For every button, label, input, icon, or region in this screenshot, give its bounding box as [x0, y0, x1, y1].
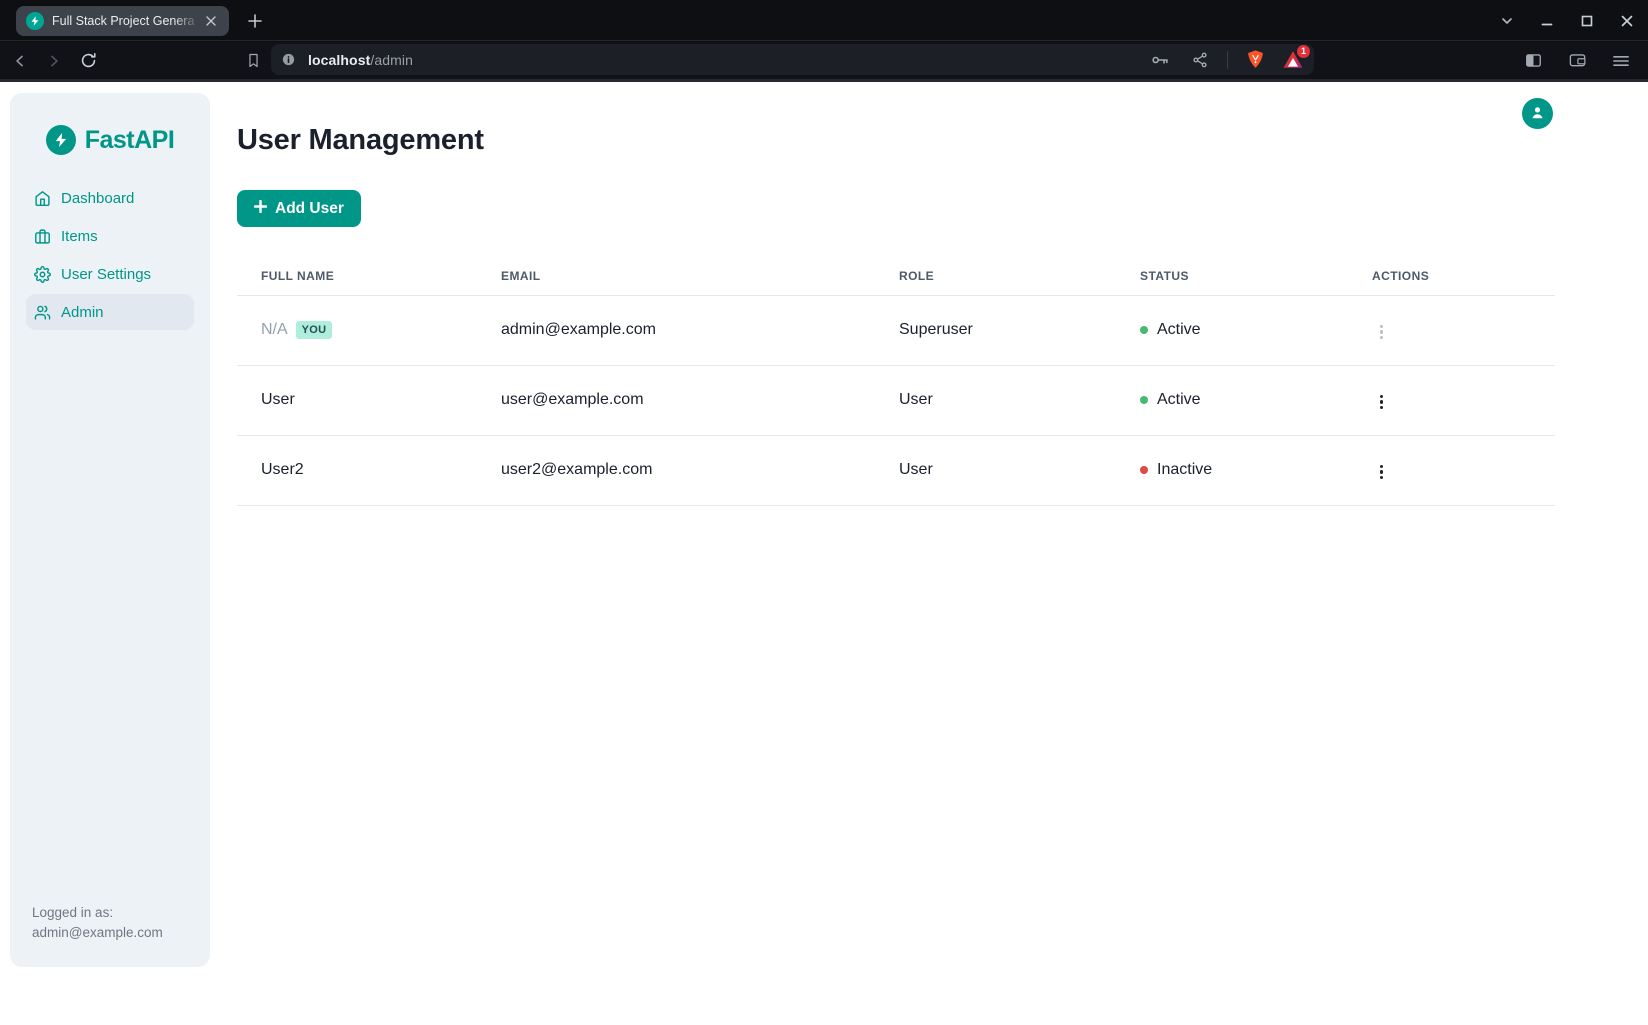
table-row: User user@example.com User Active [237, 365, 1555, 435]
briefcase-icon [34, 228, 51, 245]
header-role: Role [875, 258, 1116, 295]
url-actions: 1 [1147, 47, 1304, 73]
users-table: Full Name Email Role Status Actions N/A Y… [237, 258, 1555, 506]
gear-icon [34, 266, 51, 283]
table-header-row: Full Name Email Role Status Actions [237, 258, 1555, 295]
bookmark-icon[interactable] [240, 47, 266, 73]
status-label: Active [1157, 391, 1201, 409]
logged-in-label: Logged in as: [32, 903, 163, 923]
header-actions: Actions [1348, 258, 1555, 295]
tab-title: Full Stack Project Genera [52, 14, 200, 28]
window-controls [1494, 0, 1640, 41]
browser-window: Full Stack Project Genera [0, 0, 1648, 1025]
url-host: localhost [308, 52, 370, 68]
full-name-value: N/A [261, 321, 288, 338]
status-dot-active [1140, 396, 1148, 404]
header-email: Email [477, 258, 875, 295]
add-user-button[interactable]: Add User [237, 190, 361, 227]
sidebar-item-label: Admin [61, 304, 104, 321]
divider [1227, 51, 1228, 69]
new-tab-icon[interactable] [244, 10, 266, 32]
maximize-icon[interactable] [1574, 8, 1600, 34]
cell-email: user@example.com [477, 365, 875, 435]
cell-role: Superuser [875, 295, 1116, 365]
fastapi-logo: FastAPI [10, 125, 210, 155]
status-label: Active [1157, 321, 1201, 339]
cell-role: User [875, 435, 1116, 505]
table-row: N/A YOU admin@example.com Superuser Activ… [237, 295, 1555, 365]
cell-actions [1348, 365, 1555, 435]
row-actions-kebab-icon[interactable] [1372, 459, 1391, 486]
logged-in-email: admin@example.com [32, 923, 163, 943]
cell-actions [1348, 295, 1555, 365]
sidebar-item-admin[interactable]: Admin [26, 294, 194, 330]
user-icon [1529, 104, 1546, 124]
plus-icon [254, 200, 267, 218]
sidebar-item-label: User Settings [61, 266, 151, 283]
sidebar-item-items[interactable]: Items [26, 218, 194, 254]
titlebar: Full Stack Project Genera [0, 0, 1648, 41]
you-badge: YOU [296, 321, 333, 339]
lightning-bolt-icon [46, 125, 76, 155]
sidebar-item-label: Items [61, 228, 98, 245]
page-title: User Management [237, 124, 484, 157]
minimize-icon[interactable] [1534, 8, 1560, 34]
forward-icon[interactable] [40, 47, 68, 75]
add-user-label: Add User [275, 200, 344, 218]
cell-email: user2@example.com [477, 435, 875, 505]
cell-status: Active [1116, 365, 1348, 435]
sidebar-menu: Dashboard Items User Settings [10, 179, 210, 331]
table-row: User2 user2@example.com User Inactive [237, 435, 1555, 505]
sidebar: FastAPI Dashboard Items [10, 93, 210, 967]
logged-in-info: Logged in as: admin@example.com [32, 903, 163, 943]
cell-full-name: N/A YOU [237, 295, 477, 365]
logo-text: FastAPI [85, 126, 175, 155]
home-icon [34, 190, 51, 207]
cell-email: admin@example.com [477, 295, 875, 365]
close-window-icon[interactable] [1614, 8, 1640, 34]
url-bar[interactable]: localhost/admin 1 [271, 44, 1314, 75]
cell-status: Inactive [1116, 435, 1348, 505]
status-dot-active [1140, 326, 1148, 334]
wallet-icon[interactable] [1564, 48, 1590, 74]
sidebar-item-label: Dashboard [61, 190, 134, 207]
share-icon[interactable] [1187, 47, 1213, 73]
chevron-down-icon[interactable] [1494, 8, 1520, 34]
header-full-name: Full Name [237, 258, 477, 295]
site-info-icon[interactable] [281, 52, 296, 67]
cell-actions [1348, 435, 1555, 505]
page-content: FastAPI Dashboard Items [0, 82, 1648, 1025]
brave-rewards-icon[interactable]: 1 [1282, 49, 1304, 71]
sidebar-item-user-settings[interactable]: User Settings [26, 256, 194, 292]
lightning-bolt-favicon [26, 12, 44, 30]
url-path: /admin [370, 52, 413, 68]
back-icon[interactable] [6, 47, 34, 75]
header-status: Status [1116, 258, 1348, 295]
tab-close-icon[interactable] [202, 11, 221, 31]
status-dot-inactive [1140, 466, 1148, 474]
user-avatar-button[interactable] [1522, 98, 1553, 129]
reload-icon[interactable] [74, 47, 102, 75]
toolbar-right [1520, 42, 1634, 79]
browser-tab[interactable]: Full Stack Project Genera [16, 6, 229, 36]
row-actions-kebab-icon[interactable] [1372, 319, 1391, 346]
cell-status: Active [1116, 295, 1348, 365]
row-actions-kebab-icon[interactable] [1372, 389, 1391, 416]
users-icon [34, 304, 51, 321]
menu-hamburger-icon[interactable] [1608, 48, 1634, 74]
sidebar-item-dashboard[interactable]: Dashboard [26, 180, 194, 216]
cell-role: User [875, 365, 1116, 435]
password-key-icon[interactable] [1147, 47, 1173, 73]
status-label: Inactive [1157, 461, 1212, 479]
rewards-badge: 1 [1297, 45, 1310, 58]
brave-shield-icon[interactable] [1242, 47, 1268, 73]
cell-full-name: User [237, 365, 477, 435]
side-panel-icon[interactable] [1520, 48, 1546, 74]
url-text[interactable]: localhost/admin [308, 52, 413, 68]
cell-full-name: User2 [237, 435, 477, 505]
